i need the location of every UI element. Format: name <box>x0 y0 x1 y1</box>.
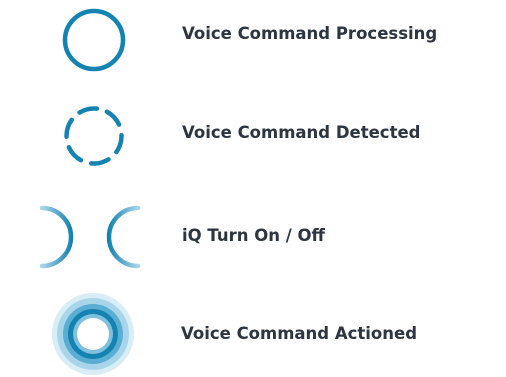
legend-label-turn-on-off: iQ Turn On / Off <box>182 226 325 245</box>
legend-label-processing: Voice Command Processing <box>182 24 438 43</box>
legend-row-actioned: Voice Command Actioned <box>0 288 506 375</box>
dashed-circle-icon <box>64 106 124 166</box>
solid-circle-icon <box>62 8 126 72</box>
legend-row-turn-on-off: iQ Turn On / Off <box>0 195 506 275</box>
legend-label-actioned: Voice Command Actioned <box>181 324 418 343</box>
legend-label-detected: Voice Command Detected <box>182 123 421 142</box>
legend-row-detected: Voice Command Detected <box>0 95 506 180</box>
split-circle-icon <box>39 205 141 269</box>
legend-row-processing: Voice Command Processing <box>0 0 506 80</box>
concentric-rings-icon <box>52 293 134 375</box>
